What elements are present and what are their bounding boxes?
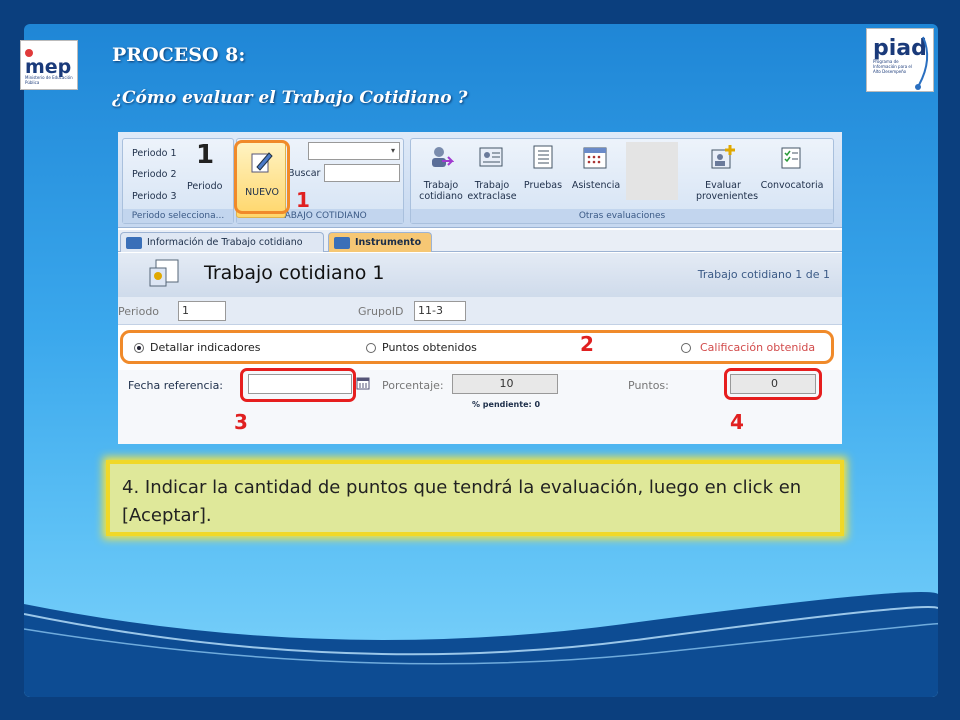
highlight-nuevo — [234, 140, 290, 214]
tab-informacion[interactable]: Información de Trabajo cotidiano — [120, 232, 324, 252]
convocatoria-label: Convocatoria — [760, 180, 824, 191]
svg-text:piad: piad — [873, 36, 927, 61]
piad-logo-caption: Programa de Información para el Alto Des… — [873, 59, 912, 74]
ribbon: Periodo 1 Periodo 2 Periodo 3 Periodo Pe… — [118, 132, 842, 228]
form-title: Trabajo cotidiano 1 — [204, 262, 385, 284]
asistencia-label: Asistencia — [571, 180, 621, 191]
form-icon — [334, 237, 350, 249]
wave-decoration — [24, 592, 938, 697]
trabajo-cotidiano-label: Trabajo cotidiano — [419, 180, 463, 202]
convocatoria-button[interactable]: Convocatoria — [754, 142, 830, 210]
chevron-down-icon: ▾ — [390, 146, 395, 155]
blank-ribbon-area — [626, 142, 678, 200]
callout-4: 4 — [730, 410, 744, 434]
evaluar-provenientes-label: Evaluar provenientes — [696, 180, 759, 202]
otras-group-label: Otras evaluaciones — [411, 209, 833, 223]
tab-instrumento-label: Instrumento — [355, 237, 422, 248]
buscar-dropdown[interactable]: ▾ — [308, 142, 400, 160]
highlight-options — [120, 330, 834, 364]
grupo-field-label: GrupoID — [358, 305, 404, 318]
instruction-text: 4. Indicar la cantidad de puntos que ten… — [122, 477, 802, 526]
tab-instrumento[interactable]: Instrumento — [328, 232, 432, 252]
app-screenshot: Periodo 1 Periodo 2 Periodo 3 Periodo Pe… — [118, 132, 842, 444]
periodo-button[interactable]: Periodo — [187, 181, 222, 192]
callout-2: 2 — [580, 332, 594, 356]
periodo-2-item[interactable]: Periodo 2 — [132, 169, 177, 180]
periodo-3-item[interactable]: Periodo 3 — [132, 191, 177, 202]
periodo-grupo-row: Periodo 1 GrupoID 11-3 — [118, 297, 842, 325]
periodo-field-label: Periodo — [118, 305, 160, 318]
form-header-icon — [149, 259, 179, 287]
instrument-details: Fecha referencia: Porcentaje: 10 % pendi… — [118, 368, 842, 444]
slide-subtitle: ¿Cómo evaluar el Trabajo Cotidiano ? — [112, 88, 468, 108]
trabajo-extraclase-label: Trabajo extraclase — [467, 180, 517, 202]
record-count: Trabajo cotidiano 1 de 1 — [697, 268, 830, 281]
tab-informacion-label: Información de Trabajo cotidiano — [147, 237, 303, 248]
form-icon — [126, 237, 142, 249]
highlight-puntos — [724, 368, 822, 400]
trabajo-cotidiano-button[interactable]: Trabajo cotidiano — [416, 142, 466, 210]
test-sheet-icon — [533, 145, 553, 169]
calculation-options: Detallar indicadores Puntos obtenidos Ca… — [118, 326, 842, 370]
grupo-field[interactable]: 11-3 — [414, 301, 466, 321]
instruction-note: 4. Indicar la cantidad de puntos que ten… — [106, 460, 844, 536]
piad-logo: piad Programa de Información para el Alt… — [866, 28, 934, 92]
pruebas-button[interactable]: Pruebas — [520, 142, 566, 210]
callout-3: 3 — [234, 410, 248, 434]
porcentaje-field[interactable]: 10 — [452, 374, 558, 394]
buscar-label: Buscar — [288, 168, 321, 179]
pruebas-label: Pruebas — [523, 180, 563, 191]
checklist-icon — [781, 147, 801, 169]
form-header: Trabajo cotidiano 1 Trabajo cotidiano 1 … — [118, 253, 842, 297]
periodo-field[interactable]: 1 — [178, 301, 226, 321]
add-user-icon — [711, 145, 735, 169]
document-tabs: Información de Trabajo cotidiano Instrum… — [118, 230, 842, 252]
evaluar-provenientes-button[interactable]: Evaluar provenientes — [696, 142, 759, 210]
mep-logo: mep Ministerio de Educación Pública — [20, 40, 78, 90]
mep-logo-caption: Ministerio de Educación Pública — [25, 75, 73, 85]
date-picker-icon[interactable] — [356, 376, 370, 390]
periodo-1-item[interactable]: Periodo 1 — [132, 148, 177, 159]
periodo-group: Periodo 1 Periodo 2 Periodo 3 Periodo Pe… — [122, 138, 234, 224]
calendar-icon — [583, 147, 607, 169]
asistencia-button[interactable]: Asistencia — [568, 142, 624, 210]
trabajo-extraclase-button[interactable]: Trabajo extraclase — [466, 142, 518, 210]
id-card-icon — [479, 147, 503, 167]
callout-1: 1 — [296, 188, 310, 212]
slide-title: PROCESO 8: — [112, 44, 246, 66]
buscar-input[interactable] — [324, 164, 400, 182]
puntos-label: Puntos: — [628, 379, 669, 392]
periodo-group-label: Periodo selecciona... — [123, 209, 233, 223]
highlight-fecha — [240, 368, 356, 402]
fecha-label: Fecha referencia: — [128, 379, 224, 392]
user-arrow-icon — [432, 147, 454, 167]
pendiente-text: % pendiente: 0 — [472, 400, 541, 409]
big-number: 1 — [196, 140, 215, 170]
porcentaje-label: Porcentaje: — [382, 379, 444, 392]
